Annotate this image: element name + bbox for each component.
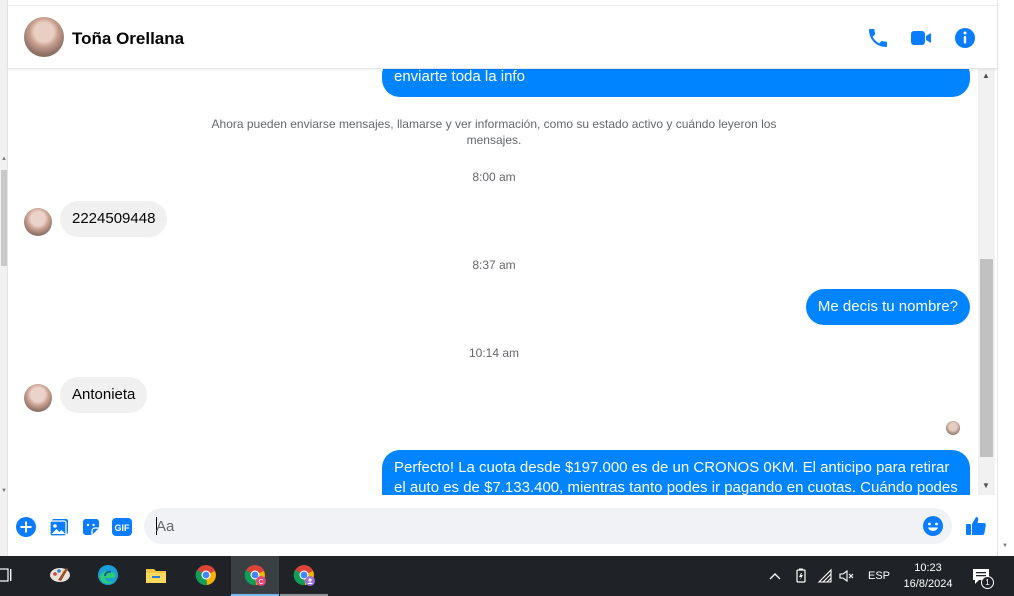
chrome-profile-c-icon: C bbox=[244, 565, 266, 586]
message-list[interactable]: enviarte toda la info Ahora pueden envia… bbox=[8, 69, 978, 495]
gif-icon[interactable]: GIF bbox=[111, 516, 133, 538]
video-call-icon[interactable] bbox=[909, 26, 933, 50]
message-text: Antonieta bbox=[72, 386, 136, 403]
incoming-message[interactable]: Antonieta bbox=[60, 377, 148, 413]
chrome-app[interactable] bbox=[182, 556, 230, 596]
message-input-box[interactable] bbox=[144, 508, 952, 544]
message-text: Me decis tu nombre? bbox=[817, 298, 958, 315]
chrome-profile-1-icon bbox=[293, 565, 315, 586]
info-icon[interactable] bbox=[953, 26, 977, 50]
battery-icon[interactable] bbox=[793, 568, 809, 584]
system-notice: Ahora pueden enviarse mensajes, llamarse… bbox=[211, 117, 777, 147]
page-scrollbar[interactable]: ▲ ▼ bbox=[0, 0, 8, 556]
svg-text:C: C bbox=[258, 579, 263, 586]
file-explorer-app[interactable] bbox=[132, 556, 180, 596]
wifi-icon[interactable] bbox=[817, 568, 833, 584]
message-text: 2224509448 bbox=[72, 210, 156, 227]
plus-icon[interactable] bbox=[15, 516, 37, 538]
paint-app[interactable] bbox=[36, 556, 84, 596]
message-text: enviarte toda la info bbox=[394, 69, 525, 85]
scroll-down-arrow-icon[interactable]: ▼ bbox=[1, 488, 7, 494]
timestamp: 8:37 am bbox=[472, 258, 516, 272]
contact-avatar[interactable] bbox=[24, 17, 64, 57]
window-scroll-down-icon[interactable]: ▼ bbox=[1002, 543, 1008, 549]
contact-name[interactable]: Toña Orellana bbox=[72, 29, 184, 49]
message-text: Perfecto! La cuota desde $197.000 es de … bbox=[394, 459, 958, 495]
read-receipt-avatar bbox=[946, 421, 960, 435]
notification-center-icon[interactable]: 1 bbox=[970, 565, 994, 589]
outgoing-message[interactable]: Me decis tu nombre? bbox=[805, 289, 970, 325]
edge-app[interactable] bbox=[84, 556, 132, 596]
gif-label: GIF bbox=[115, 523, 131, 533]
clock-time: 10:23 bbox=[914, 562, 942, 574]
thumbs-up-icon[interactable] bbox=[964, 514, 988, 538]
notification-badge: 1 bbox=[981, 576, 994, 589]
page-scroll-thumb[interactable] bbox=[1, 170, 7, 266]
system-clock[interactable]: 10:23 16/8/2024 bbox=[894, 560, 962, 592]
sticker-icon[interactable] bbox=[80, 516, 102, 538]
clock-date: 16/8/2024 bbox=[903, 578, 953, 590]
task-view-icon bbox=[0, 568, 12, 582]
chrome-icon bbox=[195, 565, 216, 586]
outgoing-message[interactable]: Perfecto! La cuota desde $197.000 es de … bbox=[382, 450, 970, 495]
emoji-icon[interactable] bbox=[922, 515, 944, 537]
incoming-message[interactable]: 2224509448 bbox=[60, 201, 168, 237]
timestamp: 8:00 am bbox=[472, 170, 516, 184]
edge-icon bbox=[98, 565, 118, 585]
outgoing-message[interactable]: enviarte toda la info bbox=[382, 69, 970, 97]
message-input[interactable] bbox=[156, 508, 906, 544]
message-scrollbar[interactable]: ▲ ▼ bbox=[978, 69, 995, 495]
sender-avatar[interactable] bbox=[24, 384, 52, 412]
phone-call-icon[interactable] bbox=[866, 26, 890, 50]
message-scroll-thumb[interactable] bbox=[980, 259, 993, 457]
task-view-button[interactable] bbox=[0, 556, 16, 596]
chrome-profile-1-app[interactable] bbox=[280, 556, 328, 596]
messenger-window: ▲ ▼ ▼ Toña Orellana enviarte toda la inf… bbox=[0, 0, 1014, 596]
window-edge: ▼ bbox=[997, 0, 1014, 556]
timestamp: 10:14 am bbox=[468, 346, 520, 360]
photo-icon[interactable] bbox=[48, 516, 70, 538]
paint-icon bbox=[50, 568, 70, 582]
chat-header: Toña Orellana bbox=[8, 6, 997, 69]
scroll-up-arrow-icon[interactable]: ▲ bbox=[1, 156, 7, 162]
sender-avatar[interactable] bbox=[24, 208, 52, 236]
message-composer: GIF bbox=[8, 495, 997, 556]
chevron-up-icon[interactable] bbox=[768, 569, 782, 583]
file-explorer-icon bbox=[146, 569, 166, 583]
volume-muted-icon[interactable] bbox=[839, 568, 855, 584]
chrome-profile-c-app[interactable]: C bbox=[231, 556, 279, 596]
scroll-down-icon[interactable]: ▼ bbox=[982, 482, 990, 490]
windows-taskbar: C ESP 10:23 16/8/2024 1 bbox=[0, 556, 1014, 596]
input-language[interactable]: ESP bbox=[868, 570, 890, 582]
scroll-up-icon[interactable]: ▲ bbox=[982, 72, 990, 80]
